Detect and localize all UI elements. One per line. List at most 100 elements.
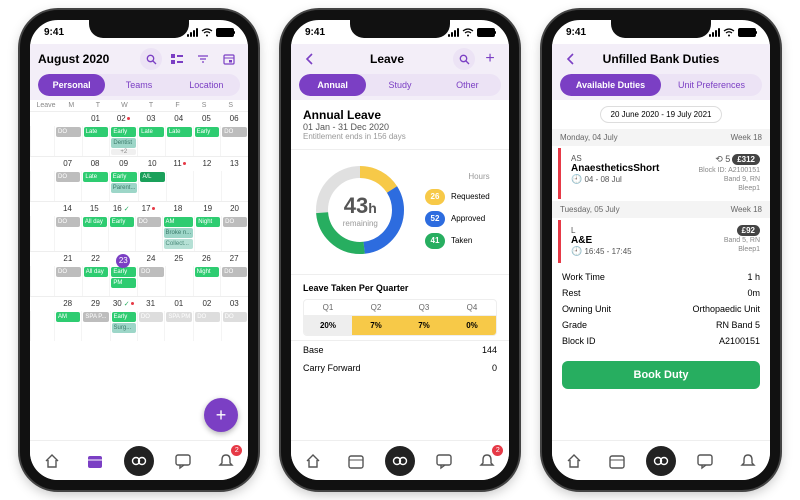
add-button[interactable]: + — [204, 398, 238, 432]
shift-chip[interactable]: DO — [56, 127, 81, 137]
shift-chip[interactable]: Late — [167, 127, 192, 137]
calendar-cell[interactable] — [221, 171, 248, 201]
shift-chip[interactable]: A/L — [140, 172, 164, 182]
shift-chip[interactable]: DO — [195, 312, 219, 322]
calendar-cell[interactable] — [193, 171, 220, 201]
tab-preferences[interactable]: Unit Preferences — [661, 74, 762, 96]
calendar-cell[interactable]: DO — [221, 311, 248, 341]
calendar-grid[interactable]: Leave M T W T F S S 010203040506DOLateEa… — [30, 100, 248, 440]
shift-chip[interactable]: DO — [139, 267, 164, 277]
calendar-cell[interactable]: SPA PM — [164, 311, 193, 341]
home-icon[interactable] — [560, 447, 588, 475]
shift-chip[interactable]: Late — [84, 127, 109, 137]
shift-chip[interactable]: PM — [111, 278, 136, 288]
chat-icon[interactable] — [691, 447, 719, 475]
calendar-cell[interactable]: DO — [54, 216, 81, 251]
calendar-cell[interactable]: DO — [135, 216, 162, 251]
loop-icon[interactable] — [385, 446, 415, 476]
back-icon[interactable] — [299, 48, 321, 70]
shift-chip[interactable]: All day — [83, 217, 107, 227]
shift-chip[interactable]: Night — [195, 267, 220, 277]
back-icon[interactable] — [560, 48, 582, 70]
shift-chip[interactable]: DO — [56, 217, 80, 227]
calendar-icon[interactable] — [81, 447, 109, 475]
shift-chip[interactable]: Surg... — [112, 323, 136, 333]
loop-icon[interactable] — [124, 446, 154, 476]
shift-chip[interactable]: DO — [223, 217, 247, 227]
calendar-cell[interactable]: EarlyPM — [109, 266, 137, 296]
chat-icon[interactable] — [169, 447, 197, 475]
shift-chip[interactable]: DO — [137, 217, 161, 227]
calendar-icon[interactable] — [603, 447, 631, 475]
add-icon[interactable]: + — [479, 48, 501, 70]
calendar-cell[interactable]: Late — [81, 171, 108, 201]
calendar-cell[interactable]: Late — [165, 126, 193, 156]
calendar-cell[interactable]: AM — [54, 311, 81, 341]
chat-icon[interactable] — [430, 447, 458, 475]
search-icon[interactable] — [140, 48, 162, 70]
calendar-cell[interactable]: SPA P... — [81, 311, 109, 341]
tab-teams[interactable]: Teams — [105, 74, 172, 96]
duty-card[interactable]: ASAnaestheticsShort🕘 04 - 08 Jul⟲ 5 £312… — [558, 148, 770, 199]
calendar-cell[interactable]: DO — [220, 266, 248, 296]
calendar-cell[interactable]: DO — [137, 311, 164, 341]
tab-location[interactable]: Location — [173, 74, 240, 96]
tab-other[interactable]: Other — [434, 74, 501, 96]
calendar-cell[interactable]: DO — [54, 126, 82, 156]
tab-personal[interactable]: Personal — [38, 74, 105, 96]
calendar-cell[interactable] — [165, 266, 193, 296]
calendar-cell[interactable]: EarlyParent... — [109, 171, 139, 201]
shift-chip[interactable]: Dentist — [111, 138, 136, 148]
calendar-cell[interactable]: DO — [137, 266, 165, 296]
home-icon[interactable] — [299, 447, 327, 475]
calendar-cell[interactable]: EarlyDentist+2 — [109, 126, 137, 156]
calendar-cell[interactable]: DO — [54, 266, 82, 296]
search-icon[interactable] — [453, 48, 475, 70]
shift-chip[interactable]: Early — [112, 312, 136, 322]
calendar-icon[interactable] — [342, 447, 370, 475]
calendar-cell[interactable]: Early — [108, 216, 135, 251]
calendar-cell[interactable]: Late — [137, 126, 165, 156]
calendar-cell[interactable]: Late — [82, 126, 110, 156]
list-view-icon[interactable] — [166, 48, 188, 70]
duty-card[interactable]: LA&E🕘 16:45 - 17:45£92Band 5, RNBleep1 — [558, 220, 770, 263]
shift-chip[interactable]: Late — [83, 172, 107, 182]
shift-chip[interactable]: All day — [84, 267, 109, 277]
shift-chip[interactable]: +2 — [111, 149, 136, 155]
tab-available[interactable]: Available Duties — [560, 74, 661, 96]
shift-chip[interactable]: SPA PM — [166, 312, 192, 322]
calendar-cell[interactable]: DO — [220, 126, 248, 156]
shift-chip[interactable]: AM — [56, 312, 80, 322]
shift-chip[interactable]: AM — [164, 217, 194, 227]
shift-chip[interactable]: Night — [196, 217, 220, 227]
bell-icon[interactable]: 2 — [473, 447, 501, 475]
bell-icon[interactable]: 2 — [212, 447, 240, 475]
month-title[interactable]: August 2020 — [38, 52, 136, 66]
calendar-cell[interactable]: AMBroke n...Collect... — [162, 216, 195, 251]
shift-chip[interactable]: DO — [222, 127, 247, 137]
calendar-cell[interactable]: DO — [193, 311, 220, 341]
tab-annual[interactable]: Annual — [299, 74, 366, 96]
duties-content[interactable]: 20 June 2020 - 19 July 2021 Monday, 04 J… — [552, 100, 770, 440]
calendar-cell[interactable]: Night — [193, 266, 221, 296]
calendar-cell[interactable]: All day — [82, 266, 110, 296]
calendar-cell[interactable]: EarlySurg... — [110, 311, 137, 341]
today-icon[interactable] — [218, 48, 240, 70]
shift-chip[interactable]: Early — [111, 172, 138, 182]
calendar-cell[interactable]: Early — [193, 126, 221, 156]
shift-chip[interactable]: DO — [222, 267, 247, 277]
loop-icon[interactable] — [646, 446, 676, 476]
shift-chip[interactable]: Collect... — [164, 239, 194, 249]
calendar-cell[interactable] — [166, 171, 193, 201]
book-duty-button[interactable]: Book Duty — [562, 361, 760, 389]
shift-chip[interactable]: Early — [111, 127, 136, 137]
bell-icon[interactable] — [734, 447, 762, 475]
shift-chip[interactable]: Early — [111, 267, 136, 277]
calendar-cell[interactable]: DO — [54, 171, 81, 201]
filter-icon[interactable] — [192, 48, 214, 70]
shift-chip[interactable]: Early — [110, 217, 134, 227]
shift-chip[interactable]: Early — [195, 127, 220, 137]
tab-study[interactable]: Study — [366, 74, 433, 96]
date-range-pill[interactable]: 20 June 2020 - 19 July 2021 — [600, 106, 723, 123]
leave-content[interactable]: Annual Leave 01 Jan - 31 Dec 2020 Entitl… — [291, 100, 509, 440]
